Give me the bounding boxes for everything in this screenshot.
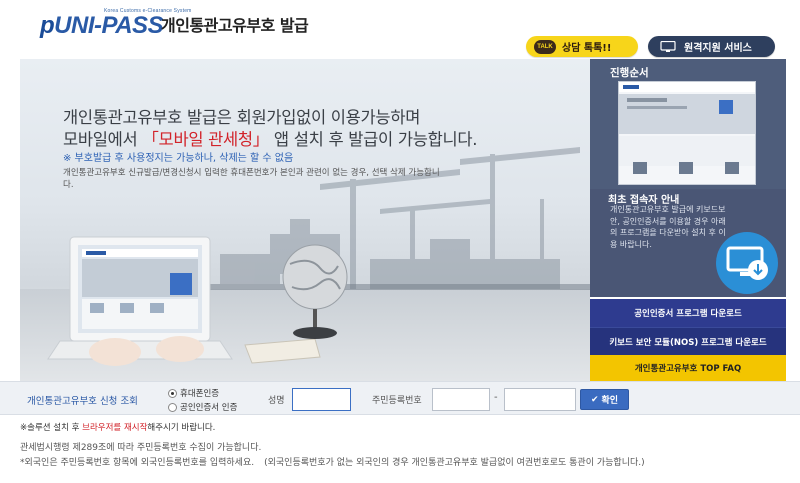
- hero-headline-2: 모바일에서 「모바일 관세청」 앱 설치 후 발급이 가능합니다.: [63, 126, 478, 150]
- lookup-title: 개인통관고유부호 신청 조회: [27, 396, 138, 407]
- monitor-icon: [660, 40, 676, 52]
- progress-panel[interactable]: 진행순서: [590, 59, 786, 189]
- name-label: 성명: [268, 396, 285, 406]
- download-icon: [716, 232, 778, 294]
- first-visitor-notice: 최초 접속자 안내 개인통관고유부호 발급에 키보드보안, 공인인증서를 이용할…: [590, 189, 786, 297]
- name-input[interactable]: [292, 388, 351, 411]
- unipass-logo[interactable]: Korea Customs e-Clearance System pUNI-PA…: [40, 6, 191, 40]
- hero-description: 개인통관고유부호 신규발급/변경신청시 입력한 휴대폰번호가 본인과 관련이 없…: [63, 168, 440, 190]
- remote-support-label: 원격지원 서비스: [684, 43, 752, 54]
- talk-consult-label: 상담 톡톡!!: [562, 43, 612, 54]
- logo-text: pUNI-PASS: [40, 12, 164, 40]
- rrn-back-input[interactable]: [504, 388, 576, 411]
- hero-headline-2-pre: 모바일에서: [63, 130, 143, 149]
- cert-program-download-button[interactable]: 공인인증서 프로그램 다운로드: [590, 299, 786, 327]
- hero-headline-2-post: 앱 설치 후 발급이 가능합니다.: [268, 130, 478, 149]
- note1-highlight: 브라우저를 재시작: [82, 423, 148, 433]
- laptop-illustration: [47, 236, 233, 360]
- rrn-separator: -: [494, 392, 498, 403]
- radio-phone-auth-dot[interactable]: [168, 388, 177, 398]
- rrn-front-input[interactable]: [432, 388, 490, 411]
- kakao-talk-icon: TALK: [534, 39, 556, 54]
- logo-wordmark: UNI-PASS: [54, 12, 164, 39]
- legal-basis-note: 관세법시행령 제289조에 따라 주민등록번호 수집이 가능합니다.: [20, 443, 262, 453]
- hero-note: ※ 부호발급 후 사용정지는 가능하나, 삭제는 할 수 없음: [63, 153, 294, 164]
- radio-phone-auth[interactable]: 휴대폰인증: [168, 387, 219, 399]
- note1-post: 해주시기 바랍니다.: [147, 423, 216, 433]
- restart-browser-note: ※솔루션 설치 후 브라우저를 재시작해주시기 바랍니다.: [20, 421, 215, 433]
- confirm-label: 확인: [601, 396, 619, 406]
- mobile-customs-app-name: 「모바일 관세청」: [142, 130, 269, 149]
- radio-phone-auth-label: 휴대폰인증: [180, 389, 220, 399]
- radio-cert-auth-dot[interactable]: [168, 402, 177, 412]
- logo-prefix: p: [40, 12, 55, 39]
- confirm-button[interactable]: ✔ 확인: [580, 389, 629, 410]
- header: Korea Customs e-Clearance System pUNI-PA…: [0, 0, 800, 57]
- radio-cert-auth-label: 공인인증서 인증: [180, 403, 238, 413]
- hero-banner: 개인통관고유부호 발급은 회원가입없이 이용가능하며 모바일에서 「모바일 관세…: [20, 59, 590, 381]
- top-faq-button[interactable]: 개인통관고유부호 TOP FAQ: [590, 355, 786, 381]
- radio-cert-auth[interactable]: 공인인증서 인증: [168, 401, 237, 413]
- progress-thumbnail[interactable]: [618, 81, 756, 185]
- right-sidebar: 진행순서 최초 접속자 안내 개인통관고유부호 발급에 키보드보안, 공인인증서…: [590, 59, 786, 381]
- page-title: 개인통관고유부호 발급: [161, 16, 309, 35]
- application-lookup-bar: 개인통관고유부호 신청 조회 휴대폰인증 공인인증서 인증 성명 주민등록번호 …: [0, 381, 800, 415]
- rrn-label: 주민등록번호: [372, 396, 422, 406]
- notice-text: 개인통관고유부호 발급에 키보드보안, 공인인증서를 이용할 경우 아래의 프로…: [610, 205, 726, 249]
- check-icon: ✔: [590, 394, 599, 405]
- foreigner-note: *외국인은 주민등록번호 항목에 외국인등록번호를 입력하세요. (외국인등록번호…: [20, 455, 645, 468]
- note1-pre: ※솔루션 설치 후: [20, 423, 83, 433]
- talk-consult-button[interactable]: TALK 상담 톡톡!!: [526, 36, 638, 57]
- progress-title: 진행순서: [610, 67, 649, 79]
- remote-support-button[interactable]: 원격지원 서비스: [648, 36, 775, 57]
- foreigner-note-main: *외국인은 주민등록번호 항목에 외국인등록번호를 입력하세요.: [20, 458, 255, 468]
- keyboard-security-download-button[interactable]: 키보드 보안 모듈(NOS) 프로그램 다운로드: [590, 327, 786, 355]
- globe-illustration: [282, 244, 348, 339]
- foreigner-note-paren: (외국인등록번호가 없는 외국인의 경우 개인통관고유부호 발급없이 여권번호로…: [264, 458, 645, 468]
- progress-thumbnail-image: [619, 82, 755, 174]
- hero-headline-1: 개인통관고유부호 발급은 회원가입없이 이용가능하며: [63, 108, 421, 127]
